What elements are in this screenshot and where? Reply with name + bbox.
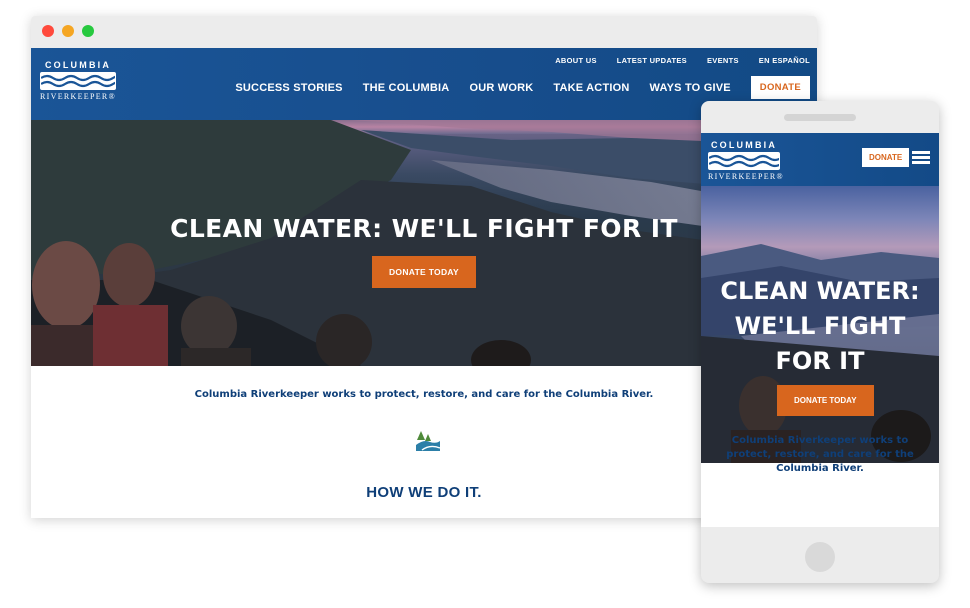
donate-today-button[interactable]: DONATE TODAY bbox=[371, 256, 477, 288]
nav-success-stories[interactable]: SUCCESS STORIES bbox=[235, 82, 342, 94]
river-emblem-icon bbox=[416, 431, 441, 451]
nav-ways-to-give[interactable]: WAYS TO GIVE bbox=[650, 82, 731, 94]
util-nav-about[interactable]: ABOUT US bbox=[555, 56, 597, 65]
mission-section: Columbia Riverkeeper works to protect, r… bbox=[31, 366, 817, 518]
maximize-window-dot[interactable] bbox=[82, 25, 94, 37]
phone-home-button[interactable] bbox=[805, 542, 835, 572]
mobile-hero-title: CLEAN WATER: WE'LL FIGHT FOR IT bbox=[720, 277, 920, 375]
hero-content: CLEAN WATER: WE'LL FIGHT FOR IT DONATE T… bbox=[31, 214, 817, 288]
mobile-hero-banner: CLEAN WATER: WE'LL FIGHT FOR IT DONATE T… bbox=[701, 186, 939, 463]
donate-button[interactable]: DONATE bbox=[750, 76, 810, 99]
site-header: COLUMBIA RIVERKEEPER® ABOUT US LATEST UP… bbox=[31, 48, 817, 120]
util-nav-events[interactable]: EVENTS bbox=[707, 56, 739, 65]
utility-nav: ABOUT US LATEST UPDATES EVENTS EN ESPAÑO… bbox=[555, 56, 810, 65]
phone-screen: COLUMBIA RIVERKEEPER® DONATE CLEAN WATER… bbox=[701, 133, 939, 527]
close-window-dot[interactable] bbox=[42, 25, 54, 37]
mobile-donate-today-button[interactable]: DONATE TODAY bbox=[777, 385, 874, 416]
main-nav: SUCCESS STORIES THE COLUMBIA OUR WORK TA… bbox=[235, 76, 810, 99]
how-we-do-it-heading: HOW WE DO IT. bbox=[366, 484, 482, 501]
mockup-stage: COLUMBIA RIVERKEEPER® ABOUT US LATEST UP… bbox=[0, 0, 970, 608]
minimize-window-dot[interactable] bbox=[62, 25, 74, 37]
util-nav-latest-updates[interactable]: LATEST UPDATES bbox=[617, 56, 687, 65]
phone-speaker bbox=[784, 114, 856, 121]
browser-titlebar bbox=[31, 16, 817, 48]
mobile-phone-frame: COLUMBIA RIVERKEEPER® DONATE CLEAN WATER… bbox=[701, 101, 939, 583]
nav-take-action[interactable]: TAKE ACTION bbox=[553, 82, 629, 94]
nav-the-columbia[interactable]: THE COLUMBIA bbox=[363, 82, 450, 94]
mobile-logo-top-text: COLUMBIA bbox=[710, 140, 778, 150]
mission-statement: Columbia Riverkeeper works to protect, r… bbox=[194, 389, 654, 400]
mobile-logo-bottom-text: RIVERKEEPER® bbox=[708, 172, 784, 181]
mobile-mission-statement: Columbia Riverkeeper works to protect, r… bbox=[726, 435, 914, 474]
logo-top-text: COLUMBIA bbox=[44, 60, 112, 70]
mobile-header: COLUMBIA RIVERKEEPER® DONATE bbox=[701, 133, 939, 186]
site-logo[interactable]: COLUMBIA RIVERKEEPER® bbox=[40, 60, 116, 104]
desktop-browser-window: COLUMBIA RIVERKEEPER® ABOUT US LATEST UP… bbox=[31, 16, 817, 518]
nav-our-work[interactable]: OUR WORK bbox=[469, 82, 533, 94]
logo-waves-icon bbox=[40, 72, 116, 90]
hero-title: CLEAN WATER: WE'LL FIGHT FOR IT bbox=[170, 214, 678, 243]
mobile-logo-waves-icon bbox=[708, 152, 780, 170]
util-nav-espanol[interactable]: EN ESPAÑOL bbox=[759, 56, 810, 65]
mobile-donate-button[interactable]: DONATE bbox=[862, 148, 910, 167]
mobile-site-logo[interactable]: COLUMBIA RIVERKEEPER® bbox=[708, 140, 784, 181]
logo-bottom-text: RIVERKEEPER® bbox=[40, 92, 116, 101]
menu-icon[interactable] bbox=[912, 151, 930, 164]
hero-banner: CLEAN WATER: WE'LL FIGHT FOR IT DONATE T… bbox=[31, 120, 817, 366]
